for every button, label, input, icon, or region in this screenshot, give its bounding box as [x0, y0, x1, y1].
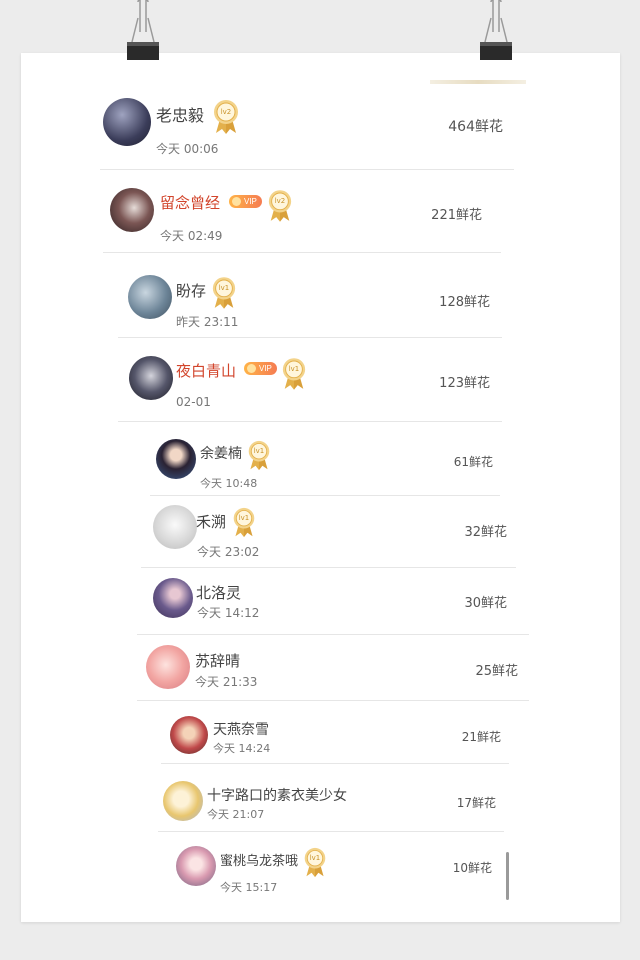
flower-count: 25鲜花 — [475, 664, 518, 679]
user-name[interactable]: 夜白青山 — [176, 360, 236, 381]
medal-icon: lv2 — [212, 99, 240, 135]
avatar[interactable] — [110, 188, 154, 232]
user-name[interactable]: 蜜桃乌龙茶哦 — [220, 850, 298, 869]
row-divider — [137, 634, 529, 635]
flower-count: 464鲜花 — [448, 119, 503, 135]
flower-count: 17鲜花 — [456, 796, 496, 810]
vip-label: VIP — [244, 197, 257, 206]
scrollbar[interactable] — [506, 852, 509, 900]
medal-icon: lv1 — [211, 276, 237, 310]
row-divider — [100, 169, 514, 170]
avatar[interactable] — [146, 645, 190, 689]
user-name[interactable]: 留念曾经 — [160, 192, 220, 213]
row-divider — [137, 700, 529, 701]
avatar[interactable] — [128, 275, 172, 319]
post-time: 今天 00:06 — [156, 142, 219, 156]
medal-level: lv1 — [218, 284, 230, 292]
avatar[interactable] — [170, 716, 208, 754]
flower-count: 32鲜花 — [464, 525, 507, 540]
avatar[interactable] — [156, 439, 196, 479]
vip-badge: VIP — [229, 195, 262, 208]
medal-level: lv1 — [238, 514, 250, 522]
avatar[interactable] — [176, 846, 216, 886]
vip-eye-icon — [247, 364, 256, 373]
flower-count: 221鲜花 — [431, 208, 482, 223]
post-time: 今天 10:48 — [200, 477, 258, 490]
post-time: 今天 15:17 — [220, 881, 278, 894]
user-name[interactable]: 北洛灵 — [196, 582, 241, 603]
medal-level: lv2 — [274, 197, 286, 205]
avatar[interactable] — [129, 356, 173, 400]
medal-level: lv1 — [253, 447, 265, 455]
medal-icon: lv1 — [232, 507, 256, 538]
top-decoration-strip — [430, 80, 526, 84]
user-name[interactable]: 老忠毅 — [156, 102, 204, 126]
post-time: 今天 14:12 — [197, 606, 260, 620]
avatar[interactable] — [153, 578, 193, 618]
medal-level: lv1 — [288, 365, 300, 373]
avatar[interactable] — [153, 505, 197, 549]
row-divider — [118, 337, 502, 338]
post-time: 02-01 — [176, 395, 211, 409]
medal-level: lv2 — [220, 108, 232, 116]
flower-count: 61鲜花 — [453, 455, 493, 469]
medal-icon: lv1 — [303, 847, 327, 878]
flower-count: 30鲜花 — [464, 596, 507, 611]
vip-label: VIP — [259, 364, 272, 373]
row-divider — [150, 495, 500, 496]
post-time: 今天 02:49 — [160, 229, 223, 243]
flower-count: 128鲜花 — [439, 295, 490, 310]
post-time: 今天 21:33 — [195, 675, 258, 689]
row-divider — [158, 831, 504, 832]
row-divider — [118, 421, 502, 422]
vip-eye-icon — [232, 197, 241, 206]
flower-count: 10鲜花 — [452, 861, 492, 875]
binder-clip-right-icon — [477, 0, 517, 66]
medal-level: lv1 — [309, 854, 321, 862]
medal-icon: lv1 — [247, 440, 271, 471]
row-divider — [161, 763, 509, 764]
post-time: 今天 14:24 — [213, 742, 271, 755]
flower-count: 123鲜花 — [439, 376, 490, 391]
user-name[interactable]: 盼存 — [176, 280, 206, 301]
avatar[interactable] — [103, 98, 151, 146]
user-name[interactable]: 天燕奈雪 — [213, 719, 269, 739]
avatar[interactable] — [163, 781, 203, 821]
user-name[interactable]: 余姜楠 — [200, 443, 242, 463]
post-time: 昨天 23:11 — [176, 315, 239, 329]
row-divider — [103, 252, 501, 253]
vip-badge: VIP — [244, 362, 277, 375]
binder-clip-left-icon — [124, 0, 164, 66]
medal-icon: lv2 — [267, 189, 293, 223]
user-name[interactable]: 禾溯 — [196, 511, 226, 532]
user-name[interactable]: 苏辞晴 — [195, 650, 240, 671]
medal-icon: lv1 — [281, 357, 307, 391]
post-time: 今天 21:07 — [207, 808, 265, 821]
user-name[interactable]: 十字路口的素衣美少女 — [207, 785, 347, 805]
flower-count: 21鲜花 — [461, 730, 501, 744]
post-time: 今天 23:02 — [197, 545, 260, 559]
row-divider — [141, 567, 516, 568]
